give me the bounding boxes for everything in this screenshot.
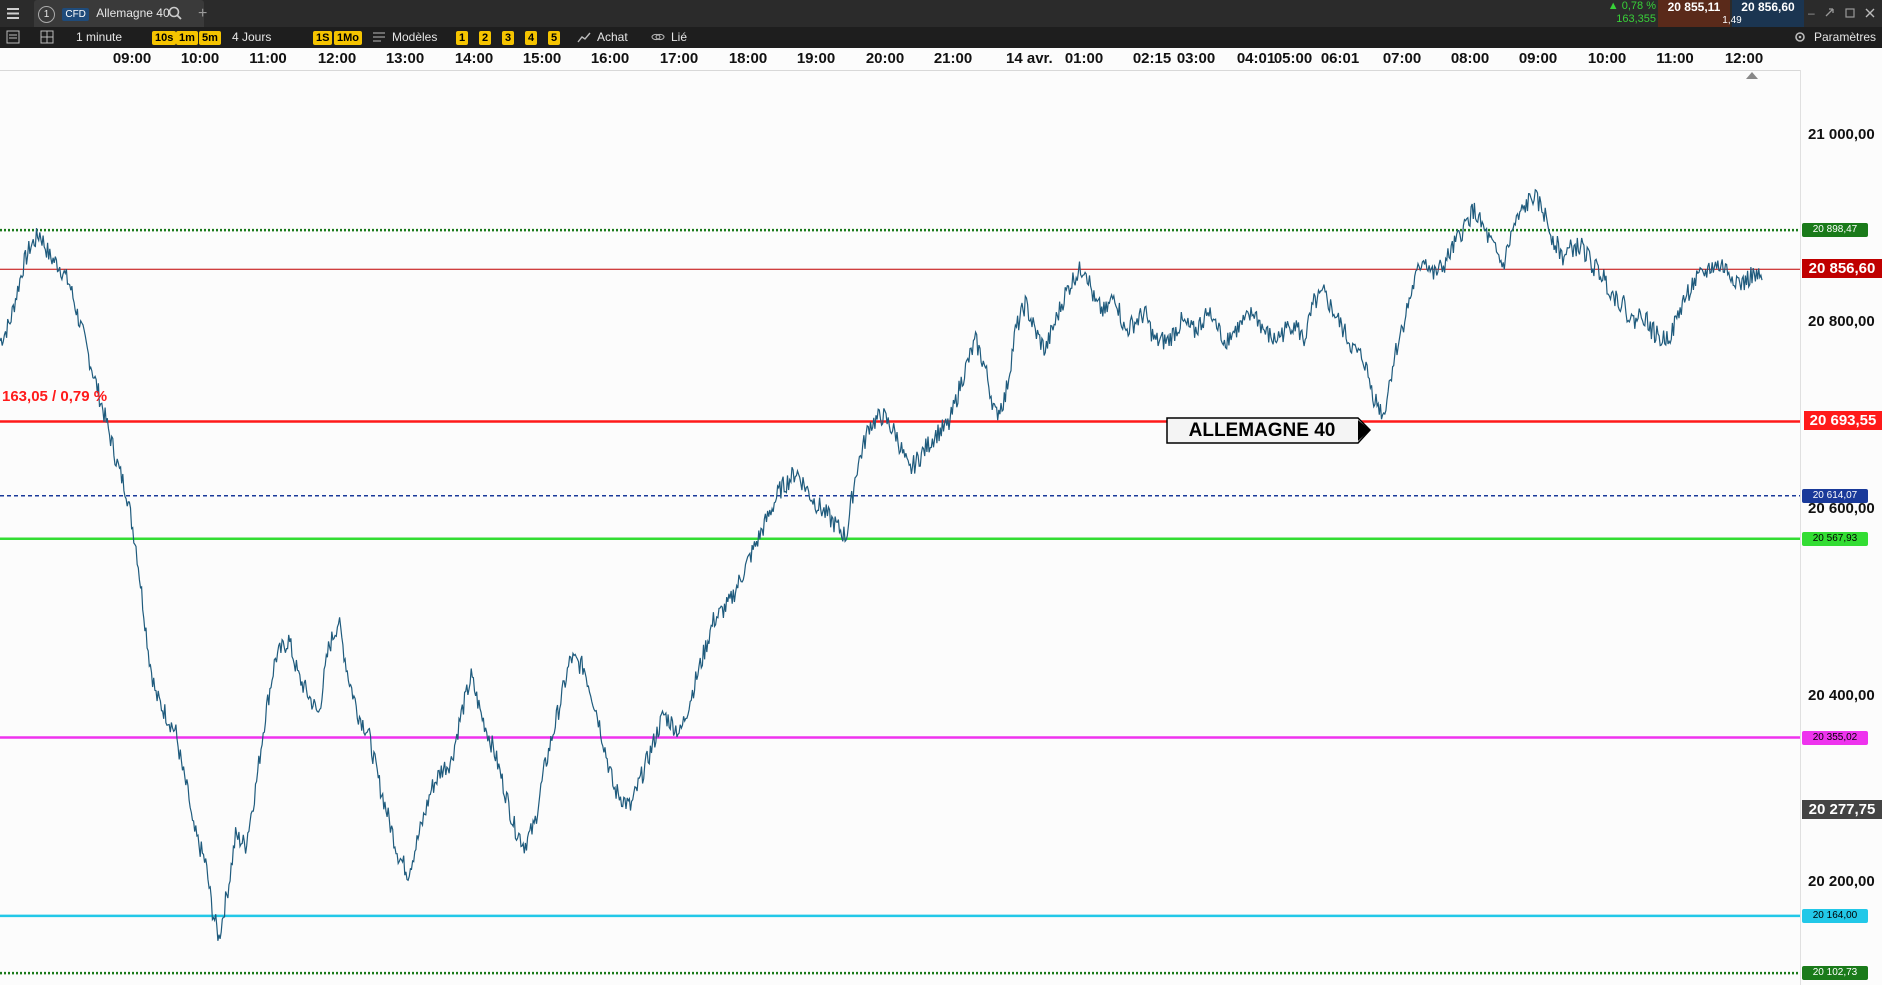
x-tick-label: 12:00 bbox=[1724, 50, 1764, 67]
buy-icon[interactable] bbox=[577, 27, 593, 48]
restore-icon[interactable] bbox=[1824, 0, 1840, 27]
instrument-annotation-label: ALLEMAGNE 40 bbox=[1188, 420, 1336, 441]
y-tick-label: 20 400,00 bbox=[1808, 686, 1875, 704]
settings-icon[interactable] bbox=[1793, 27, 1809, 48]
model-slot-4[interactable]: 4 bbox=[525, 27, 538, 48]
templates-icon[interactable] bbox=[372, 27, 388, 48]
change-label: 163,05 / 0,79 % bbox=[2, 388, 108, 405]
close-icon[interactable] bbox=[1864, 0, 1880, 27]
price-axis bbox=[1800, 70, 1882, 985]
level-label-1[interactable]: 20 856,60 bbox=[1802, 259, 1882, 279]
level-label-7[interactable]: 20 164,00 bbox=[1802, 908, 1868, 923]
quick-interval-5m[interactable]: 5m bbox=[199, 27, 221, 48]
x-tick-label: 06:01 bbox=[1320, 50, 1360, 67]
level-label-3[interactable]: 20 614,07 bbox=[1802, 488, 1868, 503]
level-label-8[interactable]: 20 102,73 bbox=[1802, 966, 1868, 981]
x-tick-label: 10:00 bbox=[1587, 50, 1627, 67]
layout-icon[interactable] bbox=[40, 27, 58, 48]
x-tick-label: 18:00 bbox=[728, 50, 768, 67]
chart-toolbar: 1 minute 10s 1m 5m 4 Jours 1S 1Mo Modèle… bbox=[0, 27, 1882, 48]
add-tab-icon[interactable]: + bbox=[198, 0, 214, 27]
x-tick-label: 04:01 bbox=[1236, 50, 1276, 67]
minimize-icon[interactable]: – bbox=[1808, 0, 1824, 27]
change-panel: ▲ 0,78 % 163,355 bbox=[1592, 0, 1656, 27]
x-tick-label: 08:00 bbox=[1450, 50, 1490, 67]
price-series-0 bbox=[0, 228, 1209, 941]
change-pct: ▲ 0,78 % bbox=[1607, 0, 1656, 12]
x-tick-label: 14 avr. bbox=[1006, 50, 1053, 67]
time-axis: 09:00 10:00 11:00 12:00 13:00 14:00 15:00 16:00… bbox=[0, 48, 1882, 79]
x-tick-label: 17:00 bbox=[659, 50, 699, 67]
level-label-0[interactable]: 20 898,47 bbox=[1802, 223, 1868, 238]
level-label-4[interactable]: 20 567,93 bbox=[1802, 531, 1868, 546]
y-tick-label: 20 200,00 bbox=[1808, 873, 1875, 891]
quick-range-1mo[interactable]: 1Mo bbox=[334, 27, 362, 48]
x-tick-label: 10:00 bbox=[180, 50, 220, 67]
instrument-name: Allemagne 40 bbox=[96, 6, 170, 20]
tab-number-badge: 1 bbox=[38, 6, 55, 23]
x-tick-label: 21:00 bbox=[933, 50, 973, 67]
model-slot-1[interactable]: 1 bbox=[456, 27, 469, 48]
x-tick-label: 05:00 bbox=[1273, 50, 1313, 67]
list-icon[interactable] bbox=[6, 27, 24, 48]
quick-interval-1m[interactable]: 1m bbox=[176, 27, 198, 48]
model-slot-3[interactable]: 3 bbox=[502, 27, 515, 48]
menu-icon[interactable] bbox=[6, 0, 24, 27]
tab-allemagne-40[interactable]: 1 CFD Allemagne 40 bbox=[34, 0, 204, 27]
x-tick-label: 07:00 bbox=[1382, 50, 1422, 67]
x-tick-label: 20:00 bbox=[865, 50, 905, 67]
x-tick-label: 12:00 bbox=[317, 50, 357, 67]
x-tick-label: 09:00 bbox=[112, 50, 152, 67]
level-label-2[interactable]: 20 693,55 bbox=[1804, 411, 1882, 431]
interval-select[interactable]: 1 minute bbox=[76, 27, 122, 48]
x-tick-label: 14:00 bbox=[454, 50, 494, 67]
level-label-6[interactable]: 20 277,75 bbox=[1802, 799, 1882, 819]
range-select[interactable]: 4 Jours bbox=[232, 27, 271, 48]
x-tick-label: 03:00 bbox=[1176, 50, 1216, 67]
x-tick-label: 01:00 bbox=[1064, 50, 1104, 67]
model-slot-2[interactable]: 2 bbox=[479, 27, 492, 48]
buy-button[interactable]: Achat bbox=[597, 27, 628, 48]
title-bar: 1 CFD Allemagne 40 + ▲ 0,78 % 163,355 20… bbox=[0, 0, 1882, 27]
quick-interval-10s[interactable]: 10s bbox=[152, 27, 177, 48]
x-tick-label: 13:00 bbox=[385, 50, 425, 67]
price-chart[interactable] bbox=[0, 70, 1882, 985]
y-tick-label: 21 000,00 bbox=[1808, 126, 1875, 144]
x-tick-label: 16:00 bbox=[590, 50, 630, 67]
x-tick-label: 09:00 bbox=[1518, 50, 1558, 67]
models-menu[interactable]: Modèles bbox=[392, 27, 437, 48]
spread-value: 1,49 bbox=[1722, 15, 1742, 26]
instrument-annotation: ALLEMAGNE 40 bbox=[1166, 417, 1371, 444]
level-label-5[interactable]: 20 355,02 bbox=[1802, 730, 1868, 745]
x-tick-label: 19:00 bbox=[796, 50, 836, 67]
settings-button[interactable]: Paramètres bbox=[1814, 27, 1876, 48]
y-tick-label: 20 800,00 bbox=[1808, 313, 1875, 331]
x-tick-label: 15:00 bbox=[522, 50, 562, 67]
quick-range-1s[interactable]: 1S bbox=[313, 27, 333, 48]
x-tick-label: 11:00 bbox=[1656, 50, 1694, 67]
x-tick-label: 02:15 bbox=[1132, 50, 1172, 67]
link-icon[interactable] bbox=[651, 27, 667, 48]
instrument-type-badge: CFD bbox=[62, 8, 89, 21]
change-abs: 163,355 bbox=[1616, 13, 1656, 25]
popout-icon[interactable] bbox=[1844, 0, 1860, 27]
x-tick-label: 11:00 bbox=[249, 50, 287, 67]
price-series-1 bbox=[1207, 188, 1763, 420]
model-slot-5[interactable]: 5 bbox=[548, 27, 561, 48]
linked-toggle[interactable]: Lié bbox=[671, 27, 687, 48]
